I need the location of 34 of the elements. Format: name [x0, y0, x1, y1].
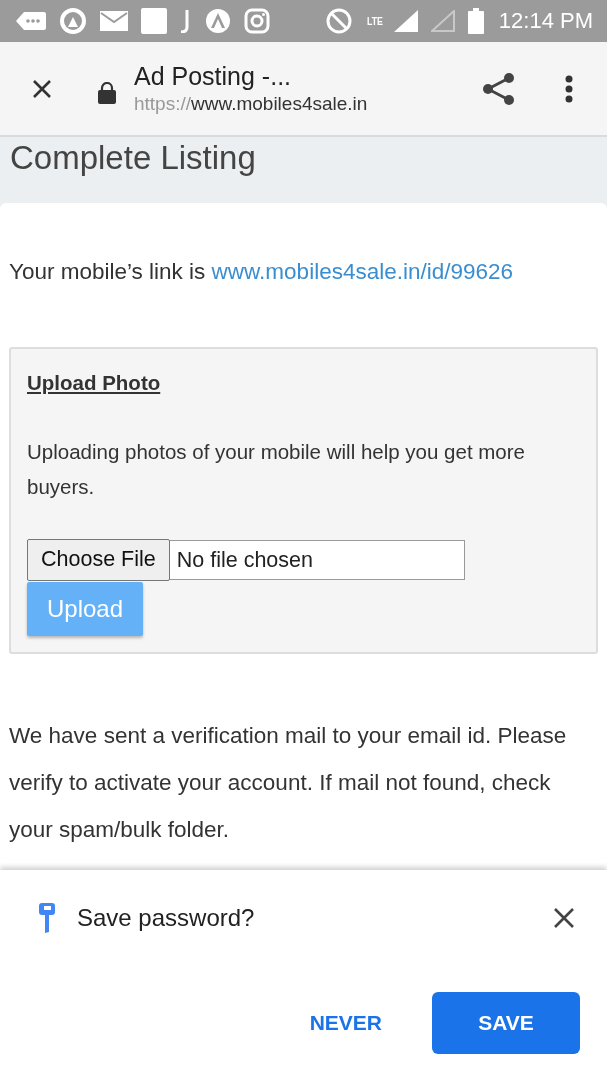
clock: 12:14 PM: [498, 8, 593, 34]
network-type: LTE: [366, 15, 383, 27]
more-icon: [565, 74, 573, 103]
panel-title: Upload Photo: [27, 371, 161, 395]
save-button[interactable]: SAVE: [432, 992, 580, 1054]
share-icon: [483, 72, 515, 105]
hook-icon: [180, 9, 192, 33]
lock-icon: [98, 81, 116, 104]
choose-file-button[interactable]: Choose File: [27, 538, 170, 581]
camera-icon: [244, 8, 270, 34]
close-icon: [553, 907, 575, 929]
prompt-title: Save password?: [77, 904, 256, 932]
mail-icon: [100, 11, 128, 31]
do-not-disturb-icon: [325, 8, 352, 34]
link-sentence: Your mobile’s link is www.mobiles4sale.in/id/99626: [9, 258, 515, 286]
page-title: Ad Posting -...: [134, 62, 293, 91]
battery-icon: [467, 8, 484, 34]
file-input[interactable]: Choose File No file chosen: [27, 540, 465, 580]
upload-button[interactable]: Upload: [27, 582, 144, 636]
tag-icon: [16, 10, 46, 32]
upload-description: Uploading photos of your mobile will help you get more buyers.: [27, 439, 526, 500]
signal-icon: [393, 10, 418, 32]
page-url: https://www.mobiles4sale.in: [134, 93, 369, 115]
empty-signal-icon: [430, 10, 455, 32]
listing-link[interactable]: www.mobiles4sale.in/id/99626: [211, 259, 514, 284]
file-status: No file chosen: [176, 547, 313, 573]
verification-message: We have sent a verification mail to your email id. Please verify to activate your account. If mail not found, check your spam/bulk folder.: [9, 722, 568, 844]
square-icon: [141, 8, 167, 34]
circle-logo-icon: [59, 7, 87, 35]
close-icon: [32, 78, 52, 99]
page-heading: Complete Listing: [9, 138, 257, 178]
letter-circle-icon: [205, 8, 231, 34]
never-button[interactable]: NEVER: [309, 1011, 382, 1035]
key-icon: [37, 902, 57, 934]
